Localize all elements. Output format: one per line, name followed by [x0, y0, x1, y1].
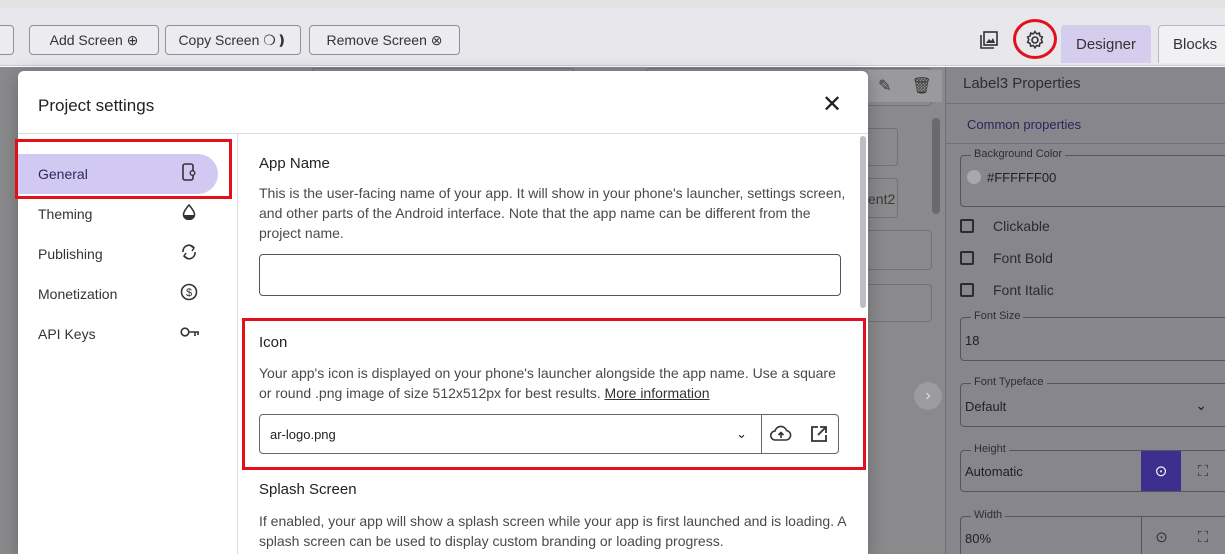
field-value: Automatic: [965, 464, 1023, 479]
field-label: Background Color: [971, 148, 1066, 160]
toolbar-prev-button[interactable]: [0, 25, 14, 55]
field-value: #FFFFFF00: [987, 170, 1057, 185]
checkbox-icon[interactable]: [960, 283, 974, 297]
trash-icon[interactable]: 🗑: [912, 76, 932, 96]
nav-item-label: API Keys: [38, 326, 96, 342]
font-italic-checkbox[interactable]: Font Italic: [960, 282, 1054, 298]
tab-designer[interactable]: Designer: [1061, 25, 1151, 63]
dialog-title: Project settings: [38, 96, 155, 115]
properties-title: Label3 Properties: [963, 75, 1081, 92]
splash-title: Splash Screen: [259, 481, 357, 498]
fullscreen-icon[interactable]: ⛶: [1183, 517, 1223, 554]
gear-highlight: [1013, 19, 1057, 59]
height-field[interactable]: Height Automatic ⊙ ⛶: [960, 443, 1225, 492]
add-screen-button[interactable]: Add Screen ⊕: [29, 25, 159, 55]
gallery-icon[interactable]: [974, 25, 1004, 55]
nav-item-publishing[interactable]: Publishing: [18, 234, 218, 274]
fit-content-icon[interactable]: ⊙: [1141, 517, 1181, 554]
toolbar: Add Screen ⊕ Copy Screen ❍❫ Remove Scree…: [0, 8, 1225, 66]
drop-icon: [180, 203, 198, 225]
svg-text:$: $: [186, 287, 192, 299]
nav-item-label: Monetization: [38, 286, 118, 302]
field-value: 18: [965, 333, 980, 348]
content-scrollbar[interactable]: [860, 136, 866, 308]
chevron-down-icon: ⌄: [1195, 397, 1207, 413]
nav-item-label: Theming: [38, 206, 93, 222]
chevron-right-icon[interactable]: ›: [914, 382, 942, 410]
field-label: Font Typeface: [971, 376, 1047, 388]
font-size-field[interactable]: Font Size 18: [960, 310, 1225, 361]
fit-content-icon[interactable]: ⊙: [1141, 451, 1181, 491]
icon-section-highlight: [242, 318, 866, 470]
font-typeface-select[interactable]: Font Typeface Default ⌄: [960, 376, 1225, 427]
properties-section-title[interactable]: Common properties: [967, 117, 1081, 132]
general-highlight: [15, 139, 232, 199]
color-swatch: [967, 170, 981, 184]
checkbox-icon[interactable]: [960, 219, 974, 233]
component-label: ent2: [868, 191, 896, 207]
remove-screen-button[interactable]: Remove Screen ⊗: [309, 25, 460, 55]
clickable-checkbox[interactable]: Clickable: [960, 218, 1050, 234]
sync-icon: [180, 243, 198, 266]
key-icon: [180, 325, 199, 343]
splash-description: If enabled, your app will show a splash …: [259, 513, 846, 549]
nav-item-label: Publishing: [38, 246, 103, 262]
field-label: Height: [971, 443, 1009, 455]
checkbox-label: Font Italic: [993, 282, 1054, 298]
app-name-description: This is the user-facing name of your app…: [259, 185, 846, 241]
field-label: Width: [971, 509, 1006, 521]
nav-item-api-keys[interactable]: API Keys: [18, 314, 218, 354]
dollar-icon: $: [180, 283, 198, 306]
checkbox-label: Font Bold: [993, 250, 1053, 266]
field-value: 80%: [965, 531, 992, 546]
app-name-input[interactable]: [259, 254, 841, 296]
checkbox-label: Clickable: [993, 218, 1050, 234]
checkbox-icon[interactable]: [960, 251, 974, 265]
width-field[interactable]: Width 80% ⊙ ⛶: [960, 509, 1225, 554]
app-name-title: App Name: [259, 155, 330, 172]
tab-blocks[interactable]: Blocks: [1158, 25, 1225, 63]
background-color-field[interactable]: Background Color #FFFFFF00: [960, 148, 1225, 207]
close-icon[interactable]: ✕: [822, 93, 842, 117]
workspace-scrollbar[interactable]: [932, 118, 940, 214]
component-actions: ✎ 🗑: [868, 70, 942, 102]
nav-item-theming[interactable]: Theming: [18, 194, 218, 234]
pencil-icon[interactable]: ✎: [878, 76, 891, 96]
copy-screen-button[interactable]: Copy Screen ❍❫: [165, 25, 301, 55]
field-label: Font Size: [971, 310, 1024, 322]
top-strip: [0, 0, 1225, 8]
font-bold-checkbox[interactable]: Font Bold: [960, 250, 1053, 266]
nav-item-monetization[interactable]: Monetization $: [18, 274, 218, 314]
field-value: Default: [965, 399, 1007, 414]
divider: [946, 143, 1225, 144]
properties-panel: Label3 Properties Common properties Back…: [945, 67, 1225, 554]
divider: [946, 103, 1225, 104]
fullscreen-icon[interactable]: ⛶: [1183, 451, 1223, 491]
